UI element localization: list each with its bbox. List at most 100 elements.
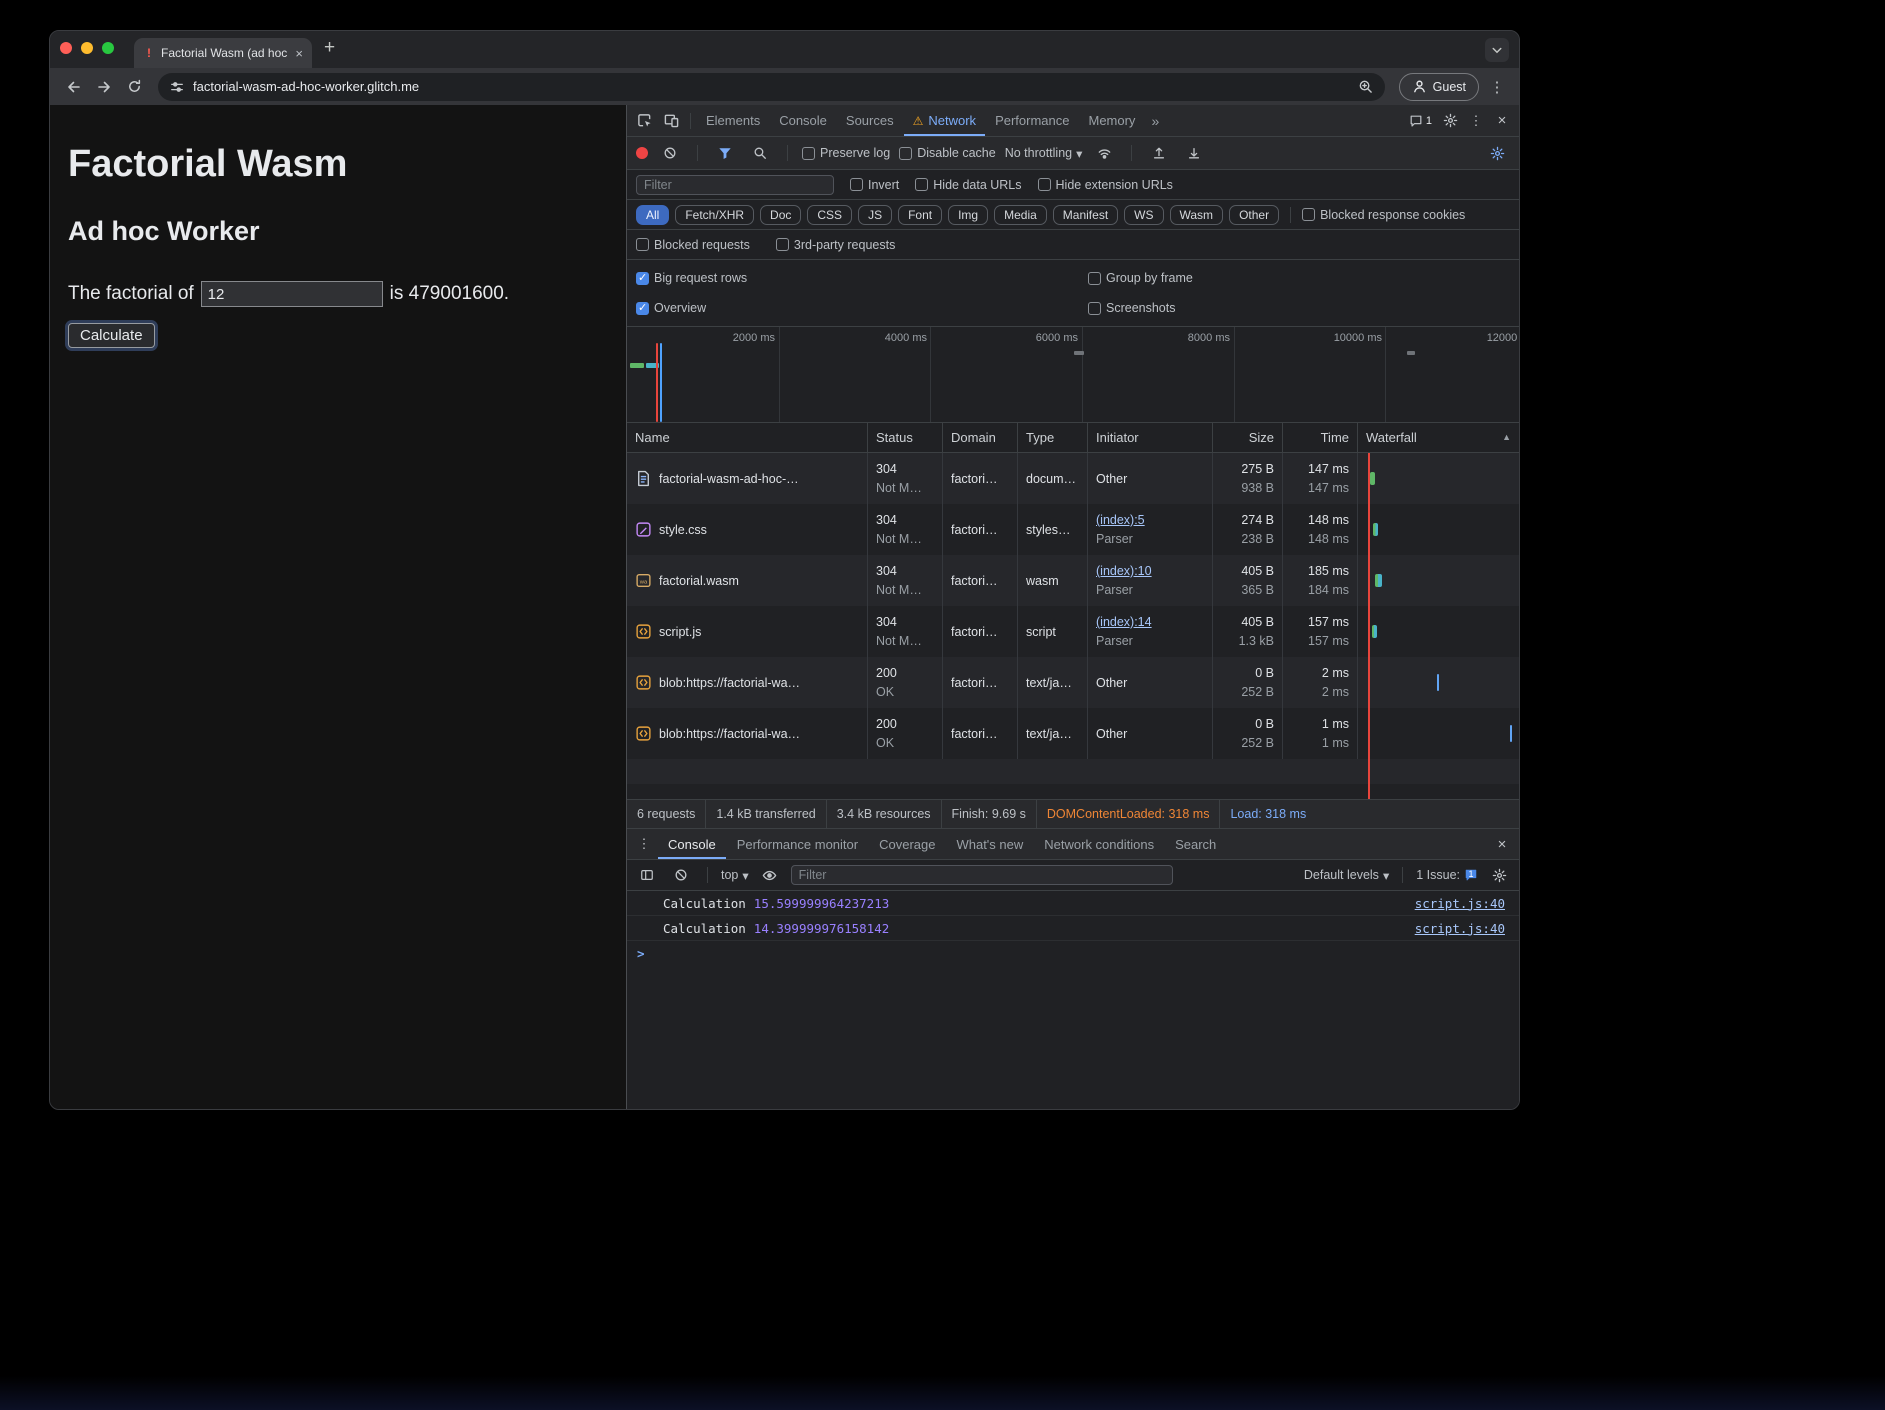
log-levels-select[interactable]: Default levels ▾ bbox=[1304, 868, 1389, 883]
inspect-element-button[interactable] bbox=[631, 108, 657, 134]
column-header-name[interactable]: Name bbox=[627, 423, 868, 452]
network-request-row[interactable]: blob:https://factorial-wa… 200 OK factor… bbox=[627, 657, 1519, 708]
initiator-link[interactable]: (index):10 bbox=[1096, 564, 1152, 578]
column-header-domain[interactable]: Domain bbox=[943, 423, 1018, 452]
filter-chip-ws[interactable]: WS bbox=[1124, 205, 1163, 225]
filter-chip-all[interactable]: All bbox=[636, 205, 669, 225]
calculate-button[interactable]: Calculate bbox=[68, 323, 155, 348]
tab-search-button[interactable] bbox=[1485, 38, 1509, 62]
network-request-row[interactable]: script.js 304 Not M… factori… script (in… bbox=[627, 606, 1519, 657]
console-settings-button[interactable] bbox=[1486, 862, 1512, 888]
overview-checkbox[interactable]: Overview bbox=[636, 293, 1088, 323]
profile-button[interactable]: Guest bbox=[1399, 73, 1479, 101]
filter-chip-js[interactable]: JS bbox=[858, 205, 892, 225]
blocked-response-cookies-checkbox[interactable]: Blocked response cookies bbox=[1302, 208, 1465, 222]
network-overview-timeline[interactable]: 2000 ms 4000 ms 6000 ms 8000 ms 10000 ms… bbox=[627, 327, 1519, 423]
third-party-requests-checkbox[interactable]: 3rd-party requests bbox=[776, 238, 895, 252]
more-tabs-button[interactable]: » bbox=[1145, 113, 1165, 129]
new-tab-button[interactable]: + bbox=[324, 31, 335, 68]
disable-cache-checkbox[interactable]: Disable cache bbox=[899, 146, 996, 160]
execution-context-select[interactable]: top ▾ bbox=[721, 868, 749, 883]
site-settings-icon[interactable] bbox=[170, 80, 184, 94]
screenshots-checkbox[interactable]: Screenshots bbox=[1088, 293, 1510, 323]
tab-memory[interactable]: Memory bbox=[1079, 105, 1144, 136]
hide-data-urls-checkbox[interactable]: Hide data URLs bbox=[915, 178, 1021, 192]
close-window-button[interactable] bbox=[60, 42, 72, 54]
console-message[interactable]: Calculation 14.399999976158142 script.js… bbox=[627, 916, 1519, 941]
issues-link[interactable]: 1 Issue: 1 bbox=[1416, 868, 1478, 882]
hide-extension-urls-checkbox[interactable]: Hide extension URLs bbox=[1038, 178, 1173, 192]
drawer-tab-performance-monitor[interactable]: Performance monitor bbox=[727, 829, 868, 859]
drawer-close-button[interactable]: × bbox=[1489, 831, 1515, 857]
network-conditions-button[interactable] bbox=[1091, 140, 1117, 166]
initiator-link[interactable]: (index):5 bbox=[1096, 513, 1145, 527]
filter-chip-wasm[interactable]: Wasm bbox=[1170, 205, 1224, 225]
column-header-type[interactable]: Type bbox=[1018, 423, 1088, 452]
zoom-icon[interactable] bbox=[1358, 79, 1373, 94]
tab-sources[interactable]: Sources bbox=[837, 105, 903, 136]
drawer-tab-console[interactable]: Console bbox=[658, 829, 726, 859]
drawer-tab-search[interactable]: Search bbox=[1165, 829, 1226, 859]
fullscreen-window-button[interactable] bbox=[102, 42, 114, 54]
invert-checkbox[interactable]: Invert bbox=[850, 178, 899, 192]
network-request-row[interactable]: blob:https://factorial-wa… 200 OK factor… bbox=[627, 708, 1519, 759]
tab-close-icon[interactable]: × bbox=[295, 47, 303, 60]
network-search-button[interactable] bbox=[747, 140, 773, 166]
browser-tab[interactable]: ! Factorial Wasm (ad hoc Work × bbox=[134, 38, 312, 68]
console-empty-area[interactable] bbox=[627, 966, 1519, 1109]
back-button[interactable] bbox=[60, 73, 88, 101]
console-source-link[interactable]: script.js:40 bbox=[1415, 896, 1505, 911]
address-bar[interactable]: factorial-wasm-ad-hoc-worker.glitch.me bbox=[158, 73, 1385, 101]
minimize-window-button[interactable] bbox=[81, 42, 93, 54]
record-network-log-button[interactable] bbox=[636, 147, 648, 159]
filter-chip-other[interactable]: Other bbox=[1229, 205, 1279, 225]
filter-chip-doc[interactable]: Doc bbox=[760, 205, 801, 225]
big-request-rows-checkbox[interactable]: Big request rows bbox=[636, 263, 1088, 293]
filter-chip-fetch-xhr[interactable]: Fetch/XHR bbox=[675, 205, 754, 225]
filter-chip-font[interactable]: Font bbox=[898, 205, 942, 225]
filter-chip-media[interactable]: Media bbox=[994, 205, 1047, 225]
drawer-tab-network-conditions[interactable]: Network conditions bbox=[1034, 829, 1164, 859]
group-by-frame-checkbox[interactable]: Group by frame bbox=[1088, 263, 1510, 293]
console-prompt[interactable]: > bbox=[627, 941, 1519, 966]
blocked-requests-checkbox[interactable]: Blocked requests bbox=[636, 238, 750, 252]
console-filter-input[interactable] bbox=[791, 865, 1173, 885]
filter-chip-manifest[interactable]: Manifest bbox=[1053, 205, 1118, 225]
factorial-input[interactable] bbox=[201, 281, 383, 307]
tab-console[interactable]: Console bbox=[770, 105, 836, 136]
console-source-link[interactable]: script.js:40 bbox=[1415, 921, 1505, 936]
column-header-waterfall[interactable]: Waterfall ▲ bbox=[1358, 423, 1519, 452]
issues-counter-button[interactable]: 1 bbox=[1404, 114, 1437, 128]
column-header-time[interactable]: Time bbox=[1283, 423, 1358, 452]
network-request-row[interactable]: factorial-wasm-ad-hoc-… 304 Not M… facto… bbox=[627, 453, 1519, 504]
browser-menu-button[interactable]: ⋮ bbox=[1485, 78, 1509, 96]
network-request-row[interactable]: wa factorial.wasm 304 Not M… factori… wa… bbox=[627, 555, 1519, 606]
tab-elements[interactable]: Elements bbox=[697, 105, 769, 136]
console-message[interactable]: Calculation 15.599999964237213 script.js… bbox=[627, 891, 1519, 916]
export-har-button[interactable] bbox=[1181, 140, 1207, 166]
network-filter-input[interactable] bbox=[636, 175, 834, 195]
devtools-close-button[interactable]: × bbox=[1489, 108, 1515, 134]
drawer-tab-coverage[interactable]: Coverage bbox=[869, 829, 945, 859]
drawer-menu-button[interactable]: ⋮ bbox=[631, 831, 657, 857]
filter-chip-css[interactable]: CSS bbox=[807, 205, 852, 225]
reload-button[interactable] bbox=[120, 73, 148, 101]
filter-chip-img[interactable]: Img bbox=[948, 205, 988, 225]
tab-network[interactable]: ⚠ Network bbox=[904, 105, 985, 136]
console-sidebar-button[interactable] bbox=[634, 862, 660, 888]
network-request-row[interactable]: style.css 304 Not M… factori… styles… (i… bbox=[627, 504, 1519, 555]
column-header-status[interactable]: Status bbox=[868, 423, 943, 452]
device-toolbar-button[interactable] bbox=[658, 108, 684, 134]
forward-button[interactable] bbox=[90, 73, 118, 101]
devtools-menu-button[interactable]: ⋮ bbox=[1463, 108, 1489, 134]
initiator-link[interactable]: (index):14 bbox=[1096, 615, 1152, 629]
filter-toggle-button[interactable] bbox=[712, 140, 738, 166]
import-har-button[interactable] bbox=[1146, 140, 1172, 166]
throttling-select[interactable]: No throttling ▾ bbox=[1005, 146, 1083, 161]
clear-console-button[interactable] bbox=[668, 862, 694, 888]
column-header-size[interactable]: Size bbox=[1213, 423, 1283, 452]
live-expression-button[interactable] bbox=[757, 862, 783, 888]
column-header-initiator[interactable]: Initiator bbox=[1088, 423, 1213, 452]
clear-network-log-button[interactable] bbox=[657, 140, 683, 166]
preserve-log-checkbox[interactable]: Preserve log bbox=[802, 146, 890, 160]
